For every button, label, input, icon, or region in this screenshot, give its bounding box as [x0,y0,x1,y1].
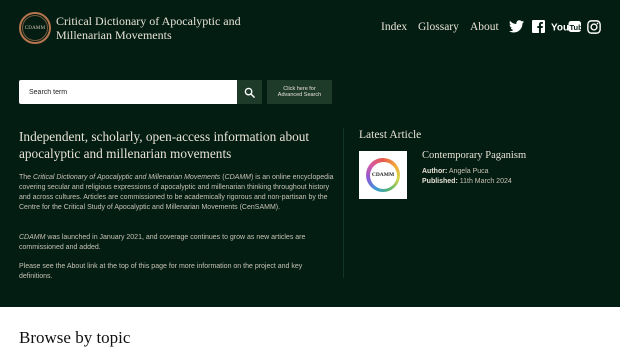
latest-article-heading: Latest Article [359,129,422,141]
dictionary-title: Critical Dictionary of Apocalyptic and M… [33,174,221,181]
logo-emblem: CDAMM [22,15,48,41]
browse-heading: Browse by topic [19,328,131,347]
youtube-wordmark: You [551,23,569,34]
article-published: Published: 11th March 2024 [422,178,512,185]
dictionary-abbr-2: CDAMM [19,234,46,241]
intro-paragraph-3: Please see the About link at the top of … [19,263,303,280]
youtube-icon[interactable]: You Tube [551,20,587,38]
site-title[interactable]: Critical Dictionary of Apocalyptic and M… [56,14,256,42]
advanced-search-label: Click here for Advanced Search [277,85,322,99]
instagram-icon[interactable] [587,20,601,39]
search-input[interactable] [19,80,229,104]
facebook-icon[interactable] [532,20,545,38]
author-label: Author: [422,168,448,175]
search-field[interactable] [19,80,237,104]
advanced-search-button[interactable]: Click here for Advanced Search [267,80,332,104]
search-icon [244,87,255,98]
hero-section: CDAMM Critical Dictionary of Apocalyptic… [0,0,620,307]
latest-article-title[interactable]: Contemporary Paganism [422,150,526,161]
search-button[interactable] [237,80,262,104]
published-label: Published: [422,178,458,185]
dictionary-abbr: CDAMM [224,174,252,181]
intro-paragraph-2: CDAMM was launched in January 2021, and … [19,233,334,253]
article-author: Author: Angela Puca [422,168,489,175]
nav-index[interactable]: Index [381,21,407,33]
twitter-icon[interactable] [509,20,524,38]
published-date: 11th March 2024 [459,178,512,185]
column-divider [343,128,344,278]
author-name: Angela Puca [448,168,489,175]
nav-glossary[interactable]: Glossary [418,21,459,33]
nav-about[interactable]: About [470,21,499,33]
intro-paragraph-1: The Critical Dictionary of Apocalyptic a… [19,173,334,213]
intro-heading: Independent, scholarly, open-access info… [19,129,310,161]
intro-p1-prefix: The [19,174,34,181]
thumbnail-ring: CDAMM [366,158,400,192]
site-logo[interactable]: CDAMM [19,12,51,44]
thumbnail-logo-text: CDAMM [369,161,397,189]
article-thumbnail[interactable]: CDAMM [359,151,407,199]
intro-p2-rest: was launched in January 2021, and covera… [19,234,306,251]
youtube-wordmark-tube: Tube [570,23,582,32]
